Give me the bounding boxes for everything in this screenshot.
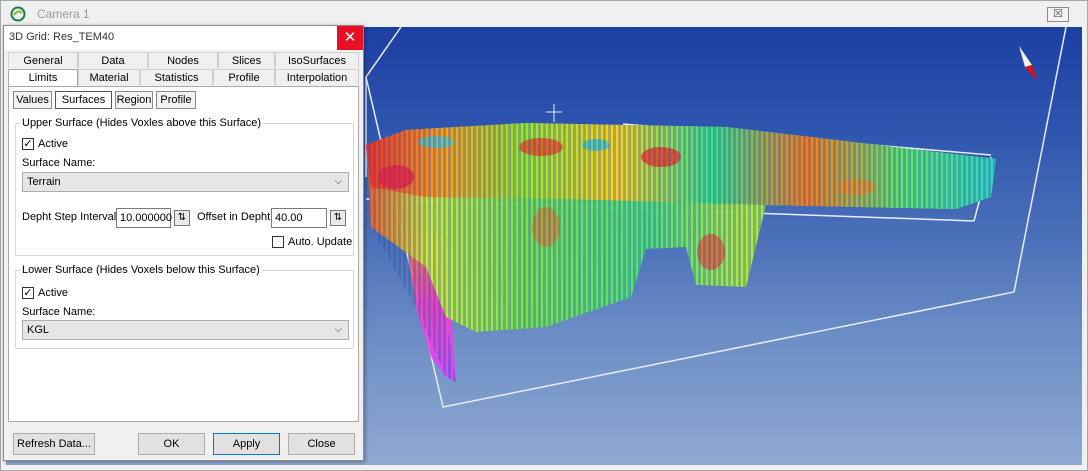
upper-active-checkbox[interactable]: ✓ [22, 138, 34, 150]
lower-active-label: Active [38, 287, 68, 299]
close-button[interactable]: Close [288, 433, 355, 455]
subtab-surfaces[interactable]: Surfaces [55, 91, 112, 109]
upper-surface-legend: Upper Surface (Hides Voxles above this S… [20, 117, 264, 129]
limits-tab-panel: Values Surfaces Region Profile Upper Sur… [8, 86, 359, 422]
crosshair-icon [546, 104, 562, 122]
chevron-down-icon: ⌵ [334, 324, 342, 335]
auto-update-checkbox[interactable] [272, 236, 284, 248]
tab-material[interactable]: Material [78, 69, 140, 85]
tab-profile[interactable]: Profile [213, 69, 275, 85]
grid-properties-dialog: 3D Grid: Res_TEM40 ✕ General Data Nodes … [3, 25, 364, 461]
lower-surface-name-select[interactable]: KGL ⌵ [22, 320, 349, 340]
refresh-data-button[interactable]: Refresh Data... [13, 433, 95, 455]
auto-update-label: Auto. Update [288, 236, 353, 248]
subtab-values[interactable]: Values [13, 91, 52, 109]
tab-slices[interactable]: Slices [218, 52, 275, 68]
tab-statistics[interactable]: Statistics [140, 69, 213, 85]
subtab-profile[interactable]: Profile [156, 91, 196, 109]
apply-button[interactable]: Apply [213, 433, 280, 455]
offset-depth-label: Offset in Depht [197, 211, 271, 223]
dialog-titlebar[interactable]: 3D Grid: Res_TEM40 ✕ [4, 26, 363, 50]
tab-row-2: Limits Material Statistics Profile Inter… [8, 69, 359, 87]
tab-nodes[interactable]: Nodes [148, 52, 218, 68]
offset-depth-input[interactable]: 40.00 [271, 208, 327, 228]
offset-depth-spin-icon[interactable]: ⇅ [330, 210, 346, 226]
north-arrow-icon [1019, 46, 1037, 81]
dialog-close-button[interactable]: ✕ [337, 26, 363, 50]
dialog-title: 3D Grid: Res_TEM40 [9, 31, 115, 43]
camera-titlebar[interactable]: Camera 1 ☒ [1, 1, 1087, 27]
upper-surface-name-value: Terrain [27, 176, 61, 188]
lower-active-checkbox[interactable]: ✓ [22, 287, 34, 299]
tab-interpolation[interactable]: Interpolation [275, 69, 359, 85]
camera-window-title: Camera 1 [37, 7, 90, 21]
tab-limits[interactable]: Limits [8, 69, 78, 87]
tab-isosurfaces[interactable]: IsoSurfaces [275, 52, 359, 68]
lower-surface-legend: Lower Surface (Hides Voxels below this S… [20, 264, 262, 276]
depth-step-label: Depht Step Interval [22, 211, 117, 223]
voxel-cloud [366, 123, 996, 382]
ok-button[interactable]: OK [138, 433, 205, 455]
lower-surface-name-value: KGL [27, 324, 50, 336]
depth-step-spin-icon[interactable]: ⇅ [174, 210, 190, 226]
depth-step-input[interactable]: 10.000000 [116, 208, 172, 228]
upper-surface-name-select[interactable]: Terrain ⌵ [22, 172, 349, 192]
tab-data[interactable]: Data [78, 52, 148, 68]
subtab-region[interactable]: Region [115, 91, 153, 109]
upper-surface-name-label: Surface Name: [22, 157, 96, 169]
camera-app-icon [10, 6, 26, 22]
tab-general[interactable]: General [8, 52, 78, 68]
camera-close-button[interactable]: ☒ [1047, 7, 1069, 22]
lower-surface-name-label: Surface Name: [22, 306, 96, 318]
chevron-down-icon: ⌵ [334, 176, 342, 187]
tab-row-1: General Data Nodes Slices IsoSurfaces [8, 52, 359, 68]
lower-surface-group: Lower Surface (Hides Voxels below this S… [15, 264, 354, 349]
upper-surface-group: Upper Surface (Hides Voxles above this S… [15, 117, 354, 256]
upper-active-label: Active [38, 138, 68, 150]
